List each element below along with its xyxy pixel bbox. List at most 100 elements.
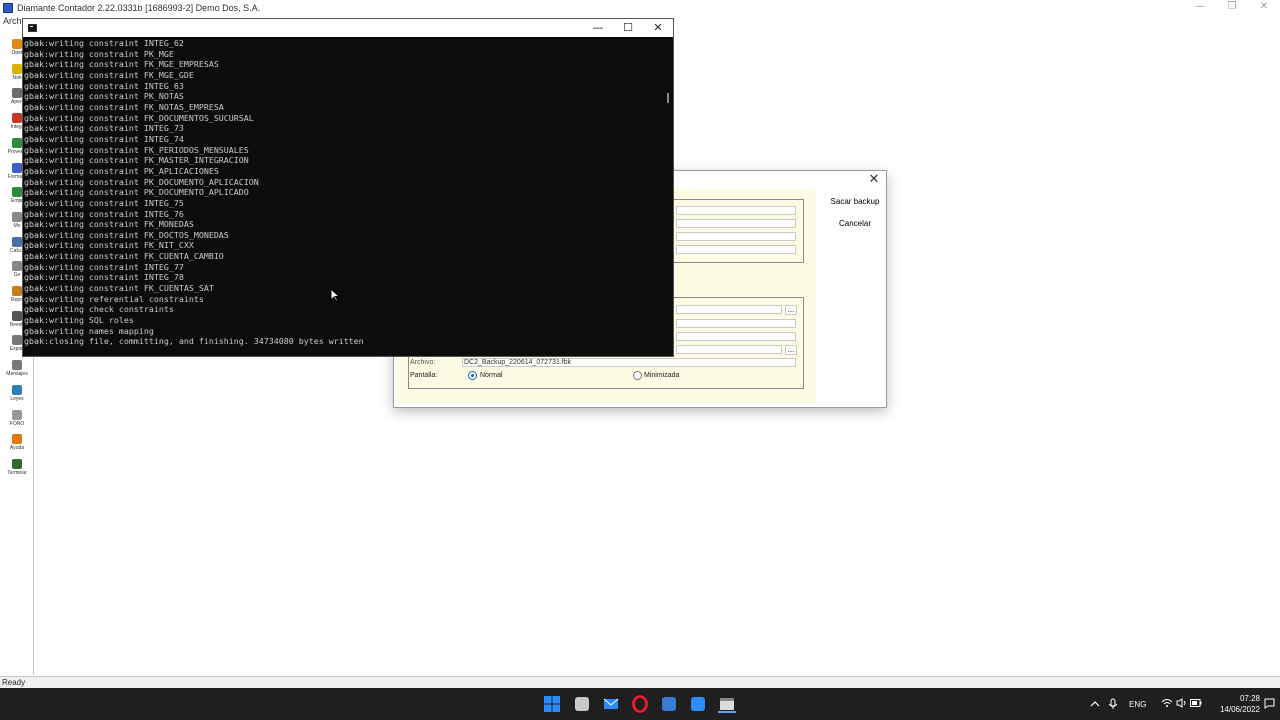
console-line: gbak:writing constraint INTEG_77 xyxy=(24,261,184,272)
console-line: gbak:writing names mapping xyxy=(24,325,154,336)
console-line: gbak:writing constraint INTEG_73 xyxy=(24,123,184,134)
toolbar-item-messages[interactable]: Mensajes xyxy=(0,360,34,377)
restore-button[interactable]: ❐ xyxy=(1216,0,1248,16)
system-tray: ENG 07:28 14/06/2022 xyxy=(1080,688,1280,720)
field-4-input[interactable] xyxy=(676,245,796,254)
toolbar-item-label: Noti xyxy=(12,74,22,81)
opera-icon[interactable] xyxy=(631,695,649,713)
console-minimize-button[interactable]: — xyxy=(583,19,613,37)
battery-icon[interactable] xyxy=(1190,699,1202,707)
field-2-input[interactable] xyxy=(676,219,796,228)
console-line: gbak:writing constraint PK_DOCUMENTO_APL… xyxy=(24,187,249,198)
notification-icon[interactable] xyxy=(1264,698,1275,709)
chevron-up-icon[interactable] xyxy=(1090,699,1100,709)
microphone-icon[interactable] xyxy=(1108,698,1118,710)
format-icon xyxy=(12,162,22,173)
browse-path-button[interactable]: ... xyxy=(785,305,797,315)
normal-radio-label: Normal xyxy=(480,372,503,379)
minimize-button[interactable]: — xyxy=(1184,0,1216,16)
console-line: gbak:writing constraint FK_CUENTAS_SAT xyxy=(24,283,214,294)
status-text: Ready xyxy=(2,678,26,687)
toolbar-item-laws[interactable]: Leyes xyxy=(0,384,34,402)
zoom-icon[interactable] xyxy=(689,695,707,713)
console-line: gbak:writing constraint FK_DOCTOS_MONEDA… xyxy=(24,229,229,240)
taskbar: ENG 07:28 14/06/2022 xyxy=(0,688,1280,720)
console-line: gbak:writing constraint FK_MONEDAS xyxy=(24,219,194,230)
app-logo-icon xyxy=(3,3,13,13)
clock-time[interactable]: 07:28 xyxy=(1218,694,1260,703)
calculator-icon xyxy=(12,236,22,247)
console-line: gbak:writing constraint FK_MASTER_INTEGR… xyxy=(24,155,249,166)
screen-label: Pantalla: xyxy=(410,372,438,379)
toolbar-item-label: FORO xyxy=(9,420,25,427)
dialog-close-button[interactable]: ✕ xyxy=(866,172,882,187)
console-line: gbak:closing file, committing, and finis… xyxy=(24,336,364,347)
mouse-cursor-icon xyxy=(330,288,340,302)
toolbar-item-label: Ge xyxy=(13,272,21,279)
console-line: gbak:writing constraint FK_NOTAS_EMPRESA xyxy=(24,101,224,112)
module-icon xyxy=(12,211,22,222)
file-value: DC2_Backup_220614_072731.fbk xyxy=(464,359,572,366)
windows-start-icon[interactable] xyxy=(543,695,561,713)
console-scrollbar-thumb[interactable] xyxy=(667,93,669,103)
app-window-controls: — ❐ ✕ xyxy=(1184,0,1280,16)
language-indicator[interactable]: ENG xyxy=(1129,700,1146,709)
option-a-input[interactable] xyxy=(676,319,796,328)
path-input[interactable] xyxy=(676,305,782,314)
minimized-radio-label: Minimizada xyxy=(644,372,680,379)
folder-input[interactable] xyxy=(676,345,782,354)
mail-icon[interactable] xyxy=(602,695,620,713)
manage-icon xyxy=(12,261,22,272)
field-1-input[interactable] xyxy=(676,206,796,215)
company-icon xyxy=(12,187,22,198)
volume-icon[interactable] xyxy=(1176,698,1187,708)
console-close-button[interactable]: ✕ xyxy=(643,19,673,37)
console-maximize-button[interactable]: ☐ xyxy=(613,19,643,37)
wifi-icon[interactable] xyxy=(1161,698,1173,708)
clock-date[interactable]: 14/06/2022 xyxy=(1204,705,1260,714)
suppliers-icon xyxy=(12,137,22,148)
console-line: gbak:writing constraint FK_MGE_EMPRESAS xyxy=(24,59,219,70)
console-line: gbak:writing constraint FK_MGE_GDE xyxy=(24,69,194,80)
console-app-icon[interactable] xyxy=(718,695,736,713)
backup-button[interactable]: Sacar backup xyxy=(816,193,894,211)
toolbar-item-forum[interactable]: FORO xyxy=(0,409,34,427)
console-line: gbak:writing SQL roles xyxy=(24,315,134,326)
console-line: gbak:writing constraint PK_MGE xyxy=(24,48,174,59)
console-window: — ☐ ✕ gbak:writing constraint INTEG_62 gb… xyxy=(22,18,674,357)
close-button[interactable]: ✕ xyxy=(1248,0,1280,16)
console-line: gbak:writing constraint FK_CUENTA_CAMBIO xyxy=(24,251,224,262)
toolbar-item-label: Oper xyxy=(11,50,23,56)
toolbar-item-exit[interactable]: Terminar xyxy=(0,458,34,476)
reports-icon xyxy=(12,286,22,296)
diamante-app-icon[interactable] xyxy=(660,695,678,713)
console-icon xyxy=(28,24,37,32)
normal-radio[interactable] xyxy=(468,371,477,380)
restructure-icon xyxy=(12,310,22,321)
cancel-button[interactable]: Cancelar xyxy=(816,215,894,233)
console-line: gbak:writing constraint PK_NOTAS xyxy=(24,91,184,102)
console-titlebar: — ☐ ✕ xyxy=(23,19,673,37)
browse-folder-button[interactable]: ... xyxy=(785,345,797,355)
toolbar-item-label: Mo xyxy=(13,222,21,229)
export-icon xyxy=(12,335,22,346)
console-line: gbak:writing constraint INTEG_74 xyxy=(24,133,184,144)
console-line: gbak:writing constraint PK_DOCUMENTO_APL… xyxy=(24,176,259,187)
news-icon xyxy=(12,63,22,74)
app-titlebar: Diamante Contador 2.22.0331b [1686993-2]… xyxy=(0,0,1280,16)
toolbar-item-help[interactable]: Ayuda xyxy=(0,434,34,451)
exit-icon xyxy=(12,458,22,469)
console-output[interactable]: gbak:writing constraint INTEG_62 gbak:wri… xyxy=(24,38,664,356)
file-explorer-icon[interactable] xyxy=(573,695,591,713)
console-line: gbak:writing check constraints xyxy=(24,304,174,315)
console-line: gbak:writing constraint INTEG_78 xyxy=(24,272,184,283)
console-line: gbak:writing constraint INTEG_63 xyxy=(24,80,184,91)
console-line: gbak:writing constraint INTEG_62 xyxy=(24,38,184,48)
menu-archivo[interactable]: Arch xyxy=(3,16,22,26)
toolbar-item-label: Ayuda xyxy=(9,445,25,452)
minimized-radio[interactable] xyxy=(633,371,642,380)
integration-icon xyxy=(12,113,22,124)
option-b-input[interactable] xyxy=(676,332,796,341)
console-line: gbak:writing constraint FK_NIT_CXX xyxy=(24,240,194,251)
field-3-input[interactable] xyxy=(676,232,796,241)
